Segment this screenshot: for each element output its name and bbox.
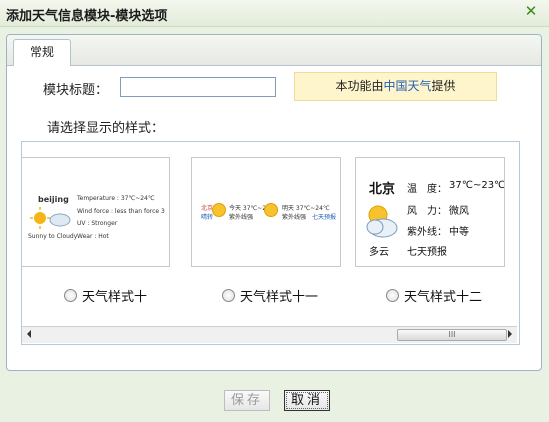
style-preview-10[interactable]: beijing Temperature : 37℃~24℃ Wind force… (22, 157, 170, 267)
preview-temp: 37℃~23℃ (449, 180, 505, 191)
style-radio-11[interactable]: 天气样式十一 (222, 286, 318, 305)
scrollbar-thumb[interactable]: III (397, 329, 507, 341)
style-radio-label: 天气样式十一 (240, 290, 319, 305)
preview-day2b: 紫外线强 (282, 214, 307, 221)
preview-wind-label: 风 力： (407, 206, 447, 217)
module-title-label: 模块标题： (43, 83, 109, 98)
china-weather-link[interactable]: 中国天气 (383, 79, 431, 93)
preview-temp: Temperature : 37℃~24℃ (77, 195, 155, 202)
preview-wind: 微风 (449, 206, 469, 217)
sun-cloud-icon (30, 207, 71, 229)
preview-day2: 明天 37℃~24℃ (282, 205, 330, 212)
preview-uv: 中等 (449, 227, 469, 238)
tab-strip: 常规 (7, 35, 541, 66)
radio-circle[interactable] (64, 289, 77, 302)
style-gallery: beijing Temperature : 37℃~24℃ Wind force… (21, 141, 520, 345)
preview-cond: 多云 (369, 247, 389, 258)
module-title-input[interactable] (120, 77, 276, 97)
preview-day1b: 紫外线强 (229, 214, 254, 221)
provider-notice: 本功能由中国天气提供 (294, 72, 497, 101)
scroll-left-arrow-icon[interactable] (27, 330, 31, 338)
dialog-titlebar: 添加天气信息模块-模块选项 ✕ (0, 0, 549, 27)
style-preview-11[interactable]: 北京 晴转 今天 37℃~24℃ 紫外线强 明天 37℃~24℃ 紫外线强 七天… (191, 157, 341, 267)
style-radio-10[interactable]: 天气样式十 (64, 286, 147, 305)
style-radio-label: 天气样式十 (82, 290, 148, 305)
dialog-title: 添加天气信息模块-模块选项 (6, 9, 168, 24)
sun-icon (212, 203, 226, 217)
sun-icon (264, 203, 278, 217)
preview-uv-label: 紫外线： (407, 227, 447, 238)
save-button[interactable]: 保存 (224, 390, 271, 411)
style-radio-12[interactable]: 天气样式十二 (386, 286, 482, 305)
notice-suffix: 提供 (431, 79, 456, 93)
preview-wear: Wear : Hot (77, 233, 109, 240)
preview-cond: Sunny to Cloudy (28, 233, 78, 240)
preview-uv: UV : Stronger (77, 220, 118, 227)
notice-prefix: 本功能由 (335, 79, 384, 93)
sun-cloud-icon (366, 205, 398, 238)
style-radio-label: 天气样式十二 (404, 290, 483, 305)
preview-city: beijing (38, 195, 69, 204)
cancel-button[interactable]: 取消 (284, 390, 331, 411)
options-panel: 常规 模块标题： 本功能由中国天气提供 请选择显示的样式： beijing Te… (6, 34, 542, 371)
radio-circle[interactable] (222, 289, 235, 302)
preview-forecast: 七天预报 (407, 247, 447, 258)
close-icon[interactable]: ✕ (523, 2, 539, 20)
tab-general[interactable]: 常规 (13, 39, 71, 66)
scroll-right-arrow-icon[interactable] (508, 330, 512, 338)
style-label: 请选择显示的样式： (47, 121, 165, 136)
radio-circle[interactable] (386, 289, 399, 302)
preview-more-link: 七天预报 (312, 214, 337, 221)
preview-city: 北京 (369, 182, 396, 197)
style-preview-12[interactable]: 北京 多云 温 度： 37℃~23℃ 风 力： 微风 紫外线： 中等 七天预报 (355, 157, 505, 267)
preview-temp-label: 温 度： (407, 184, 447, 195)
horizontal-scrollbar[interactable]: III (22, 326, 517, 343)
preview-wind: Wind force : less than force 3 (77, 208, 165, 215)
